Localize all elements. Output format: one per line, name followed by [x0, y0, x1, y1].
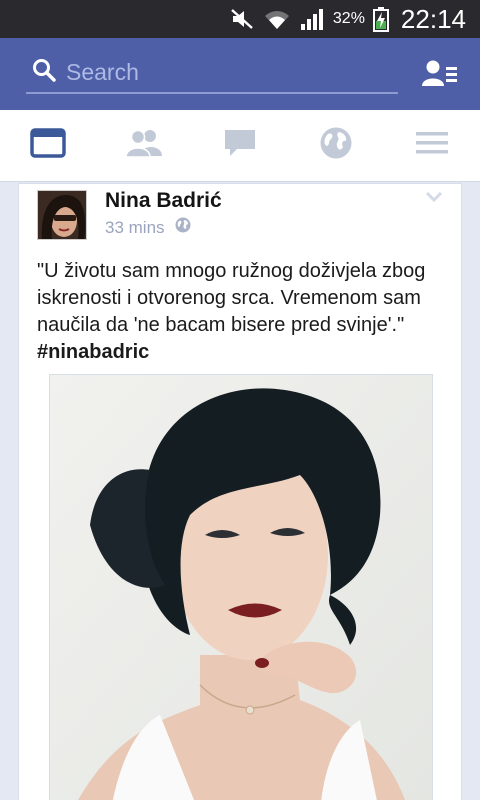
search-input[interactable] [66, 58, 366, 86]
battery-percent: 32% [332, 10, 365, 27]
avatar[interactable] [37, 190, 87, 240]
search-icon [26, 58, 56, 87]
status-bar: 32% 22:14 [0, 0, 480, 38]
post-options-chevron-icon[interactable] [425, 190, 443, 208]
globe-icon [319, 126, 353, 165]
news-feed: Nina Badrić 33 mins "U životu sam mnogo … [0, 183, 480, 800]
post-author[interactable]: Nina Badrić [105, 189, 222, 213]
wifi-icon [263, 7, 291, 31]
news-feed-icon [30, 128, 66, 163]
tab-bar [0, 110, 480, 182]
post-photo[interactable] [49, 374, 433, 800]
status-icons: 32% 22:14 [229, 0, 466, 38]
tab-more[interactable] [384, 110, 480, 181]
friend-requests-icon[interactable] [422, 58, 458, 90]
signal-icon [299, 7, 325, 31]
post-body: "U životu sam mnogo ružnog doživjela zbo… [37, 260, 426, 336]
post-card: Nina Badrić 33 mins "U životu sam mnogo … [18, 183, 462, 800]
menu-icon [415, 129, 449, 162]
search-field[interactable] [26, 52, 398, 94]
friends-icon [125, 128, 163, 163]
mute-icon [229, 7, 255, 31]
post-time-text: 33 mins [105, 217, 165, 237]
tab-notifications[interactable] [288, 110, 384, 181]
hashtag-link[interactable]: #ninabadric [37, 341, 149, 363]
globe-icon [175, 217, 191, 238]
post-timestamp: 33 mins [105, 217, 191, 238]
battery-charging-icon [372, 6, 389, 32]
messages-icon [223, 127, 257, 164]
tab-friends[interactable] [96, 110, 192, 181]
clock: 22:14 [400, 3, 466, 34]
search-header [0, 38, 480, 110]
tab-messages[interactable] [192, 110, 288, 181]
tab-news-feed[interactable] [0, 110, 96, 181]
post-text: "U životu sam mnogo ružnog doživjela zbo… [37, 258, 451, 366]
